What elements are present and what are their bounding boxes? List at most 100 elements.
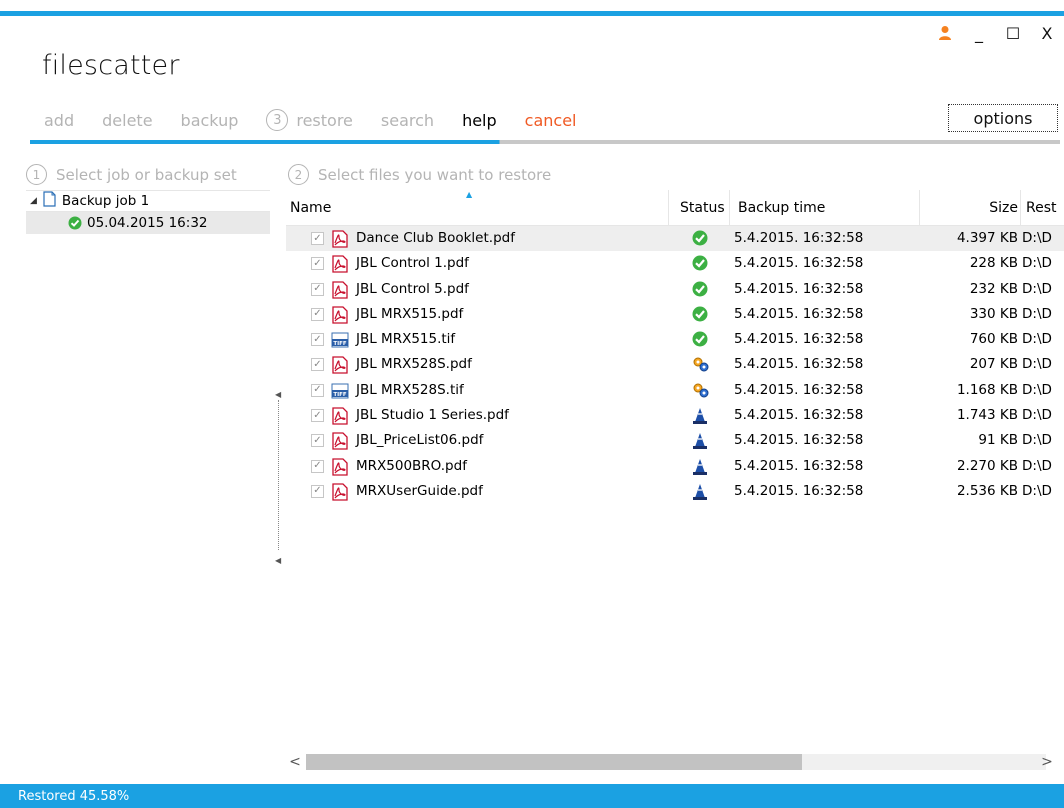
pdf-file-icon <box>330 255 350 277</box>
table-row[interactable]: ✓ TIFF JBL MRX528S.tif 5.4.2015. 16:32:58 1.… <box>286 378 1064 403</box>
check-ok-icon <box>692 306 708 326</box>
close-button[interactable]: X <box>1036 22 1058 44</box>
table-row[interactable]: ✓ Dance Club Booklet.pdf 5.4.2015. 16:32:5… <box>286 226 1064 252</box>
backup-time: 5.4.2015. 16:32:58 <box>734 432 864 449</box>
check-ok-icon <box>692 255 708 275</box>
maximize-button[interactable]: ☐ <box>1002 22 1024 44</box>
pending-cone-icon <box>692 458 708 480</box>
backup-time: 5.4.2015. 16:32:58 <box>734 482 864 499</box>
scroll-thumb[interactable] <box>306 754 802 770</box>
tree-job-label: Backup job 1 <box>61 193 150 209</box>
header-name[interactable]: Name <box>290 200 331 216</box>
check-ok-icon <box>68 216 82 230</box>
backup-time: 5.4.2015. 16:32:58 <box>734 356 864 373</box>
restore-path: D:\D <box>1022 331 1052 348</box>
row-checkbox[interactable]: ✓ <box>311 333 324 347</box>
tree-item-backup-job[interactable]: ◢ Backup job 1 <box>26 190 270 212</box>
row-checkbox[interactable]: ✓ <box>311 409 324 423</box>
pending-cone-icon <box>692 432 708 454</box>
file-size: 2.536 KB <box>956 482 1018 499</box>
pdf-file-icon <box>330 458 350 480</box>
header-rest[interactable]: Rest <box>1026 200 1057 216</box>
menu-add[interactable]: add <box>44 111 74 130</box>
user-icon[interactable] <box>934 22 956 44</box>
menu-delete[interactable]: delete <box>102 111 152 130</box>
pdf-file-icon <box>330 306 350 328</box>
menu-restore-label: restore <box>296 110 353 130</box>
menu-cancel[interactable]: cancel <box>525 111 577 130</box>
file-name: MRX500BRO.pdf <box>356 457 467 474</box>
table-row[interactable]: ✓ JBL Control 5.pdf 5.4.2015. 16:32:58 232 … <box>286 277 1064 302</box>
restore-progress-line <box>30 140 1060 144</box>
table-row[interactable]: ✓ JBL MRX515.pdf 5.4.2015. 16:32:58 330 KB D… <box>286 302 1064 327</box>
scroll-right-button[interactable]: > <box>1038 752 1056 772</box>
table-row[interactable]: ✓ JBL Studio 1 Series.pdf 5.4.2015. 16:32:… <box>286 403 1064 428</box>
file-size: 228 KB <box>969 255 1018 272</box>
tiff-file-icon: TIFF <box>330 382 350 404</box>
file-size: 330 KB <box>969 305 1018 322</box>
menu-help[interactable]: help <box>462 111 497 130</box>
header-backup-time[interactable]: Backup time <box>738 200 825 216</box>
options-button[interactable]: options <box>948 104 1058 132</box>
sort-ascending-icon: ▲ <box>466 190 473 199</box>
restore-path: D:\D <box>1022 381 1052 398</box>
backup-time: 5.4.2015. 16:32:58 <box>734 305 864 322</box>
step-1-text: Select job or backup set <box>56 165 237 184</box>
check-ok-icon <box>692 281 708 301</box>
pane-splitter[interactable]: ◀ ◀ <box>275 390 281 570</box>
menu-restore[interactable]: 3 restore <box>266 109 353 131</box>
table-row[interactable]: ✓ JBL MRX528S.pdf 5.4.2015. 16:32:58 207 KB… <box>286 352 1064 377</box>
splitter-arrow-icon: ◀ <box>275 390 282 399</box>
table-row[interactable]: ✓ JBL Control 1.pdf 5.4.2015. 16:32:58 228 … <box>286 251 1064 276</box>
restore-path: D:\D <box>1022 255 1052 272</box>
step-2-number: 2 <box>288 164 309 185</box>
collapse-arrow-icon[interactable]: ◢ <box>30 196 37 206</box>
row-checkbox[interactable]: ✓ <box>311 282 324 296</box>
file-name: JBL MRX528S.pdf <box>356 356 472 373</box>
tree-set-label: 05.04.2015 16:32 <box>87 215 208 231</box>
header-size[interactable]: Size <box>989 200 1018 216</box>
row-checkbox[interactable]: ✓ <box>311 307 324 321</box>
row-checkbox[interactable]: ✓ <box>311 459 324 473</box>
svg-text:TIFF: TIFF <box>333 341 347 347</box>
pdf-file-icon <box>330 356 350 378</box>
horizontal-scrollbar[interactable]: < > <box>286 750 1064 774</box>
row-checkbox[interactable]: ✓ <box>311 358 324 372</box>
row-checkbox[interactable]: ✓ <box>311 484 324 498</box>
check-ok-icon <box>692 331 708 351</box>
restore-path: D:\D <box>1022 305 1052 322</box>
tree-item-backup-set[interactable]: 05.04.2015 16:32 <box>26 212 270 234</box>
step-2-label: 2 Select files you want to restore <box>288 164 551 185</box>
file-name: JBL MRX515.tif <box>356 331 456 348</box>
row-checkbox[interactable]: ✓ <box>311 383 324 397</box>
row-checkbox[interactable]: ✓ <box>311 434 324 448</box>
backup-time: 5.4.2015. 16:32:58 <box>734 230 864 246</box>
step-1-label: 1 Select job or backup set <box>26 164 237 185</box>
table-row[interactable]: ✓ JBL_PriceList06.pdf 5.4.2015. 16:32:58 91… <box>286 428 1064 453</box>
file-size: 1.743 KB <box>956 407 1018 424</box>
restore-path: D:\D <box>1022 230 1052 246</box>
status-text: Restored 45.58% <box>18 788 130 804</box>
main-menu: add delete backup 3 restore search help … <box>32 108 604 132</box>
table-row[interactable]: ✓ MRXUserGuide.pdf 5.4.2015. 16:32:58 2.536… <box>286 479 1064 504</box>
table-row[interactable]: ✓ MRX500BRO.pdf 5.4.2015. 16:32:58 2.270 KB… <box>286 454 1064 479</box>
scroll-left-button[interactable]: < <box>286 752 304 772</box>
pdf-file-icon <box>330 407 350 429</box>
pdf-file-icon <box>330 483 350 505</box>
gears-processing-icon <box>692 382 710 402</box>
restore-path: D:\D <box>1022 407 1052 424</box>
app-title: filescatter <box>42 50 180 81</box>
file-size: 2.270 KB <box>956 457 1018 474</box>
header-status[interactable]: Status <box>680 200 725 216</box>
table-row[interactable]: ✓ TIFF JBL MRX515.tif 5.4.2015. 16:32:58 760… <box>286 327 1064 352</box>
document-icon <box>43 191 56 211</box>
row-checkbox[interactable]: ✓ <box>311 232 324 245</box>
menu-backup[interactable]: backup <box>181 111 239 130</box>
restore-step-number: 3 <box>266 109 289 131</box>
minimize-button[interactable]: _ <box>968 22 990 44</box>
row-checkbox[interactable]: ✓ <box>311 257 324 271</box>
menu-search[interactable]: search <box>381 111 434 130</box>
restore-path: D:\D <box>1022 280 1052 297</box>
gears-processing-icon <box>692 356 710 376</box>
backup-time: 5.4.2015. 16:32:58 <box>734 255 864 272</box>
